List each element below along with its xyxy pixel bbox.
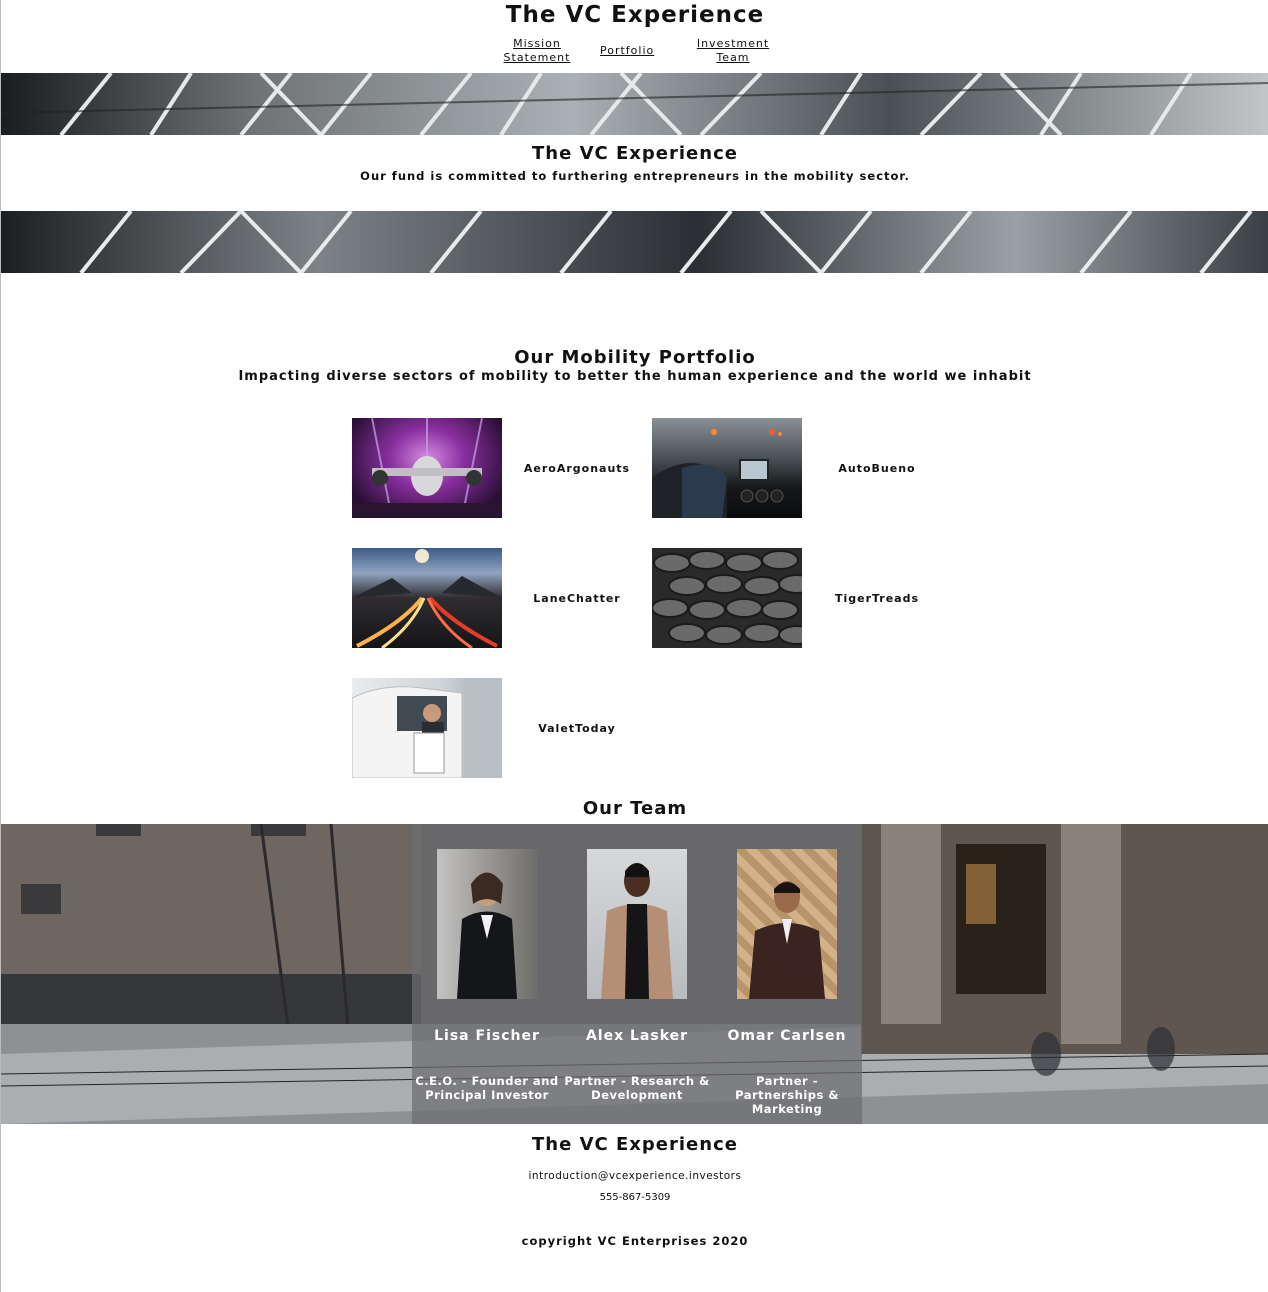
member-role: Partner - Research & Development: [564, 1074, 710, 1102]
member-name: Omar Carlsen: [727, 1028, 847, 1044]
highway-light-trails-image: [352, 548, 502, 648]
nav-investment-team[interactable]: Investment Team: [692, 37, 774, 65]
portfolio-label: TigerTreads: [834, 591, 920, 605]
portfolio-item[interactable]: ValetToday: [352, 678, 652, 778]
portfolio-item[interactable]: TigerTreads: [652, 548, 952, 648]
portfolio-label: AutoBueno: [838, 461, 916, 475]
team-title: Our Team: [582, 798, 688, 819]
lisa-fischer-photo: [437, 849, 537, 999]
portfolio-subtitle: Impacting diverse sectors of mobility to…: [238, 369, 1032, 384]
omar-carlsen-photo: [737, 849, 837, 999]
hero-title: The VC Experience: [532, 143, 738, 164]
member-role: C.E.O. - Founder and Principal Investor: [415, 1074, 559, 1102]
footer-email: introduction@vcexperience.investors: [528, 1170, 742, 1182]
footer-title: The VC Experience: [532, 1134, 738, 1155]
nav-mission-statement[interactable]: Mission Statement: [496, 37, 578, 65]
portfolio-label: AeroArgonauts: [523, 461, 631, 475]
valet-driver-image: [352, 678, 502, 778]
portfolio-label: LaneChatter: [533, 591, 621, 605]
main-nav: Mission Statement Portfolio Investment T…: [1, 37, 1268, 65]
member-name: Alex Lasker: [585, 1028, 689, 1044]
team-panel: Lisa Fischer C.E.O. - Founder and Princi…: [412, 824, 862, 1124]
portfolio-item[interactable]: AutoBueno: [652, 418, 952, 518]
site-title: The VC Experience: [505, 2, 765, 28]
portfolio-label: ValetToday: [538, 721, 616, 735]
portfolio-item[interactable]: AeroArgonauts: [352, 418, 652, 518]
footer-phone: 555-867-5309: [599, 1192, 671, 1203]
portfolio-item[interactable]: LaneChatter: [352, 548, 652, 648]
member-name: Lisa Fischer: [434, 1028, 540, 1044]
footer-copyright: copyright VC Enterprises 2020: [521, 1234, 749, 1248]
top-banner-image: [1, 73, 1268, 135]
member-role: Partner - Partnerships & Marketing: [735, 1074, 839, 1116]
nav-portfolio[interactable]: Portfolio: [600, 37, 670, 65]
hero-subtitle: Our fund is committed to furthering entr…: [360, 169, 910, 183]
aircraft-hangar-image: [352, 418, 502, 518]
stacked-tires-image: [652, 548, 802, 648]
portfolio-title: Our Mobility Portfolio: [514, 347, 756, 368]
alex-lasker-photo: [587, 849, 687, 999]
bottom-banner-image: [1, 211, 1268, 273]
car-dashboard-image: [652, 418, 802, 518]
